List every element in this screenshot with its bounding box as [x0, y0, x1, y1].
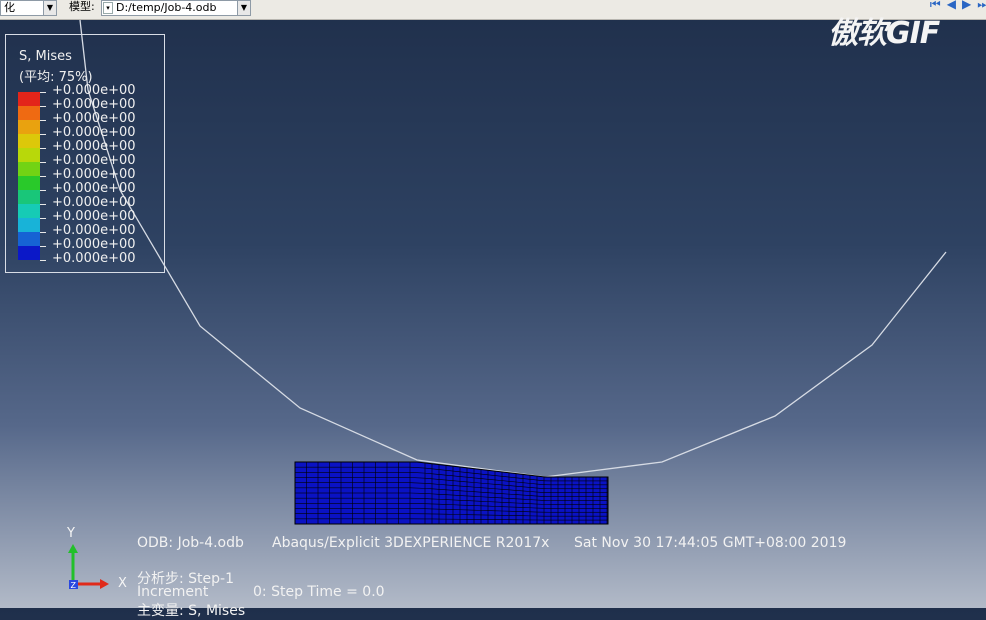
legend-color-swatch	[18, 218, 40, 232]
legend-value: +0.000e+00	[52, 196, 136, 210]
legend-color-swatch	[18, 134, 40, 148]
legend-value: +0.000e+00	[52, 238, 136, 252]
legend-value: +0.000e+00	[52, 252, 136, 266]
legend-tick	[40, 260, 46, 261]
x-axis-arrowhead	[100, 579, 109, 589]
legend-tick	[40, 190, 46, 191]
solver-version-text: Abaqus/Explicit 3DEXPERIENCE R2017x	[272, 535, 549, 551]
legend-tick	[40, 92, 46, 93]
legend-value: +0.000e+00	[52, 210, 136, 224]
legend-tick	[40, 204, 46, 205]
legend-tick	[40, 246, 46, 247]
legend-value: +0.000e+00	[52, 112, 136, 126]
legend-tick	[40, 134, 46, 135]
legend-value: +0.000e+00	[52, 224, 136, 238]
legend-color-swatch	[18, 120, 40, 134]
legend-color-swatch	[18, 92, 40, 106]
legend-value: +0.000e+00	[52, 84, 136, 98]
legend-value: +0.000e+00	[52, 168, 136, 182]
legend-tick	[40, 120, 46, 121]
increment-value: 0: Step Time = 0.0	[253, 584, 385, 600]
primary-variable-text: 主变量: S, Mises	[137, 600, 245, 620]
legend-color-swatch	[18, 232, 40, 246]
contour-legend: S, Mises (平均: 75%) +0.000e+00+0.000e+00+…	[5, 34, 165, 273]
mesh-block	[295, 462, 608, 524]
legend-value: +0.000e+00	[52, 126, 136, 140]
legend-value: +0.000e+00	[52, 98, 136, 112]
legend-tick	[40, 148, 46, 149]
legend-tick	[40, 176, 46, 177]
legend-color-swatch	[18, 162, 40, 176]
legend-value: +0.000e+00	[52, 182, 136, 196]
odb-name-text: ODB: Job-4.odb	[137, 535, 244, 551]
y-axis-arrowhead	[68, 544, 78, 553]
legend-tick	[40, 162, 46, 163]
legend-color-swatch	[18, 106, 40, 120]
legend-tick	[40, 218, 46, 219]
z-axis-label: Z	[71, 581, 77, 590]
legend-color-swatch	[18, 246, 40, 260]
legend-title: S, Mises	[19, 49, 72, 64]
legend-tick	[40, 232, 46, 233]
y-axis-label: Y	[67, 526, 75, 541]
legend-value: +0.000e+00	[52, 140, 136, 154]
legend-color-swatch	[18, 190, 40, 204]
axis-triad: Z Y X	[60, 528, 140, 598]
legend-color-swatch	[18, 176, 40, 190]
legend-color-swatch	[18, 148, 40, 162]
legend-value: +0.000e+00	[52, 154, 136, 168]
legend-color-swatch	[18, 204, 40, 218]
legend-tick	[40, 106, 46, 107]
x-axis-label: X	[118, 576, 127, 591]
timestamp-text: Sat Nov 30 17:44:05 GMT+08:00 2019	[574, 535, 846, 551]
increment-label: Increment	[137, 584, 208, 600]
